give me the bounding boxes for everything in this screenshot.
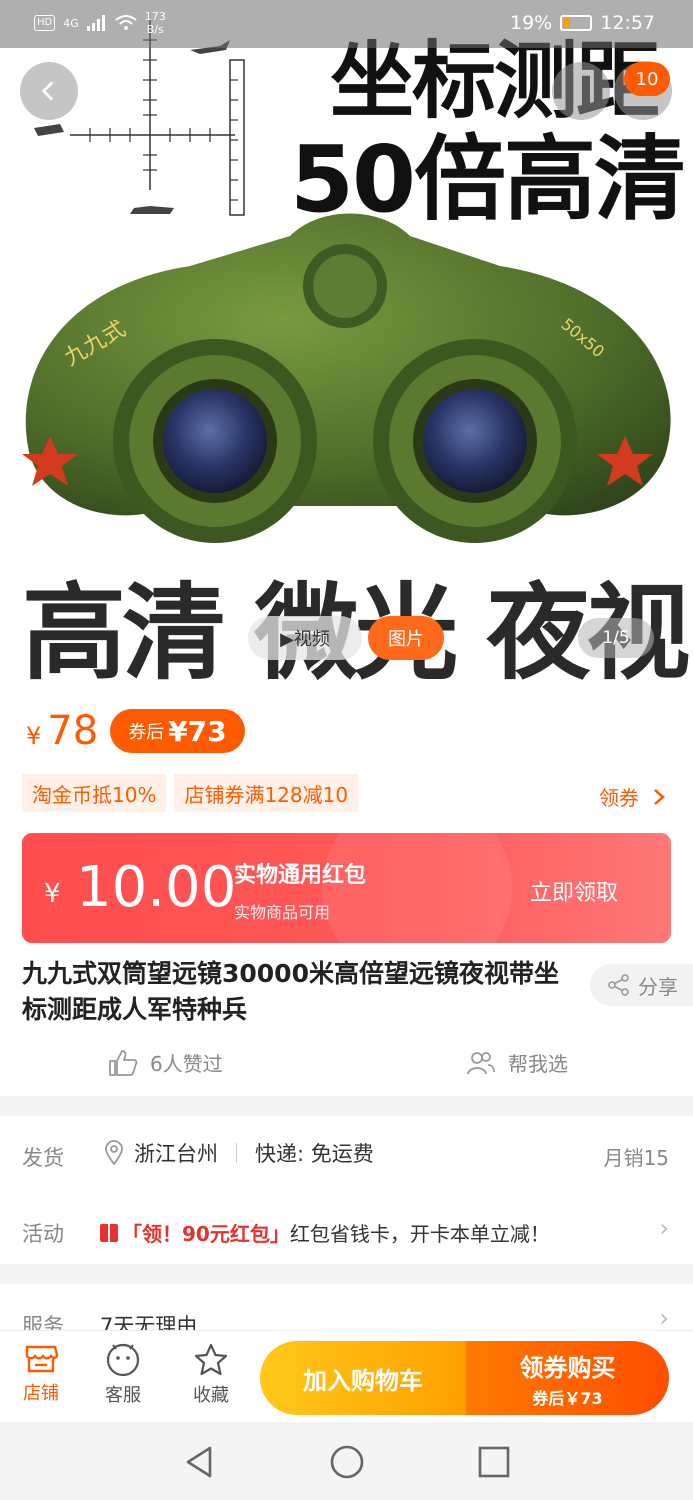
chevron-right-icon: ›: [659, 1214, 669, 1242]
activity-highlight: 「领！90元红包」: [122, 1222, 290, 1246]
get-coupon-label: 领券: [599, 786, 639, 810]
network-type: 4G: [63, 16, 79, 30]
red-packet-title: 实物通用红包: [234, 863, 367, 888]
shop-label: 店铺: [23, 1383, 59, 1404]
nav-home-icon[interactable]: [327, 1442, 367, 1482]
coupon-price-value: ¥73: [168, 714, 227, 748]
network-speed-value: 173: [144, 10, 166, 23]
product-image-carousel[interactable]: 坐标测距 50倍高清 九九式 50x50 高清 10 ▶视频 图片 1/5: [0, 0, 693, 688]
promo-tag: 店铺券满128减10: [174, 774, 359, 812]
thumbs-up-icon: [109, 1049, 138, 1076]
clock: 12:57: [600, 12, 655, 34]
favorite-label: 收藏: [193, 1385, 229, 1406]
network-speed: 173 B/s: [145, 10, 166, 36]
buy-button-label: 领券购买: [519, 1353, 616, 1382]
express-info: 快递: 免运费: [255, 1142, 374, 1166]
help-choose-button[interactable]: 帮我选: [466, 1048, 568, 1077]
divider: [236, 1143, 237, 1163]
activity-label: 活动: [22, 1222, 64, 1246]
activity-promo[interactable]: 「领！90元红包」 红包省钱卡，开卡本单立减！: [100, 1218, 550, 1247]
nav-back-icon[interactable]: [180, 1442, 220, 1482]
claim-red-packet-button[interactable]: 立即领取: [530, 875, 618, 907]
media-tabs: ▶视频 图片: [248, 616, 444, 660]
network-speed-unit: B/s: [146, 23, 164, 36]
chevron-left-icon: [41, 81, 54, 101]
buy-button-price: 券后￥73: [532, 1388, 603, 1408]
price-section: ¥ 78 券后 ¥73 淘金币抵10% 店铺券满128减10 领券 ¥ 10.0…: [0, 688, 693, 1096]
price-currency: ¥: [26, 722, 42, 750]
customer-service-label: 客服: [105, 1385, 141, 1406]
system-navigation-bar: [0, 1422, 693, 1500]
red-packet-banner[interactable]: ¥ 10.00 实物通用红包 实物商品可用 立即领取: [22, 833, 671, 943]
star-icon: [194, 1343, 228, 1376]
coupon-price-badge: 券后 ¥73: [110, 709, 245, 753]
red-packet-subtitle: 实物商品可用: [234, 903, 331, 922]
image-page-indicator: 1/5: [578, 618, 654, 658]
monthly-sales: 月销15: [603, 1146, 669, 1170]
tab-picture[interactable]: 图片: [368, 616, 444, 660]
promo-tags: 淘金币抵10% 店铺券满128减10: [22, 774, 359, 812]
like-button[interactable]: 6人赞过: [108, 1048, 223, 1077]
help-choose-label: 帮我选: [508, 1052, 568, 1076]
price-value: 78: [47, 708, 99, 754]
get-coupon-link[interactable]: 领券: [599, 782, 665, 811]
promo-tag: 淘金币抵10%: [22, 774, 167, 812]
people-icon: [467, 1051, 495, 1074]
product-title: 九九式双筒望远镜30000米高倍望远镜夜视带坐标测距成人军特种兵: [22, 959, 559, 1024]
shipping-label: 发货: [22, 1146, 64, 1170]
battery-percent: 19%: [510, 12, 553, 34]
nav-recents-icon[interactable]: [474, 1442, 514, 1482]
share-button[interactable]: 分享: [590, 964, 693, 1006]
shop-icon: [25, 1345, 59, 1373]
chevron-right-icon: ›: [659, 1304, 669, 1332]
red-packet-currency: ¥: [44, 879, 61, 909]
status-bar: HD 4G 173 B/s 19% 12:57: [0, 0, 693, 48]
coupon-price-label: 券后: [128, 722, 165, 743]
hd-indicator: HD: [34, 15, 56, 31]
activity-text: 红包省钱卡，开卡本单立减！: [289, 1222, 550, 1246]
ship-from-location: 浙江台州: [134, 1142, 218, 1166]
shipping-section: 发货 浙江台州 快递: 免运费 月销15 活动 「领！90元红包」 红包省钱卡，…: [0, 1116, 693, 1264]
share-icon: [608, 974, 629, 996]
battery-icon: [560, 15, 593, 31]
wifi-icon: [115, 15, 137, 30]
back-button[interactable]: [20, 62, 78, 120]
signal-icon: [86, 15, 105, 31]
chevron-right-icon: [654, 788, 665, 805]
red-packet-amount: 10.00: [76, 855, 237, 920]
likes-count: 6人赞过: [150, 1052, 223, 1076]
cart-count-badge: 10: [624, 62, 670, 96]
bottom-action-bar: 店铺 客服 收藏 加入购物车 领券购买 券后￥73: [0, 1330, 693, 1422]
tab-video[interactable]: ▶视频: [248, 616, 362, 660]
share-label: 分享: [638, 974, 678, 999]
favorite-button[interactable]: 收藏: [176, 1343, 246, 1407]
customer-service-icon: [106, 1343, 140, 1377]
customer-service-button[interactable]: 客服: [88, 1343, 158, 1407]
shop-button[interactable]: 店铺: [6, 1343, 76, 1405]
add-to-cart-button[interactable]: 加入购物车: [260, 1341, 466, 1415]
more-button[interactable]: [552, 62, 610, 120]
buy-with-coupon-button[interactable]: 领券购买 券后￥73: [466, 1341, 669, 1415]
gift-icon: [100, 1223, 118, 1242]
product-detail-page: 坐标测距 50倍高清 九九式 50x50 高清 10 ▶视频 图片 1/5 HD…: [0, 0, 693, 1500]
location-pin-icon: [105, 1140, 123, 1166]
shipping-info: 浙江台州 快递: 免运费: [104, 1138, 374, 1168]
binoculars-product-image: 九九式 50x50: [22, 213, 671, 543]
